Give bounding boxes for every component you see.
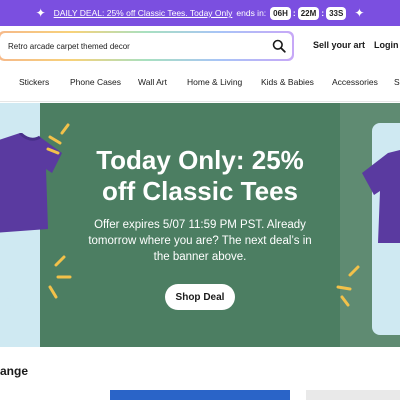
nav-item-home-living[interactable]: Home & Living [187,77,242,87]
nav-item-kids-babies[interactable]: Kids & Babies [261,77,314,87]
nav-item-stickers[interactable]: Stickers [19,77,49,87]
countdown-minutes: 22M [297,6,320,20]
product-thumbnail[interactable] [110,390,290,400]
search-icon[interactable] [266,33,292,59]
hero-subtitle-line: Offer expires 5/07 11:59 PM PST. Already [94,219,306,231]
purple-tshirt-image [362,150,400,243]
hero-banner: Today Only: 25% off Classic Tees Offer e… [0,103,400,347]
countdown-seconds: 33S [326,6,347,20]
search-query[interactable]: Retro arcade carpet themed decor [8,42,266,51]
nav-item-phone-cases[interactable]: Phone Cases [70,77,121,87]
hero-subtitle-line: the banner above. [153,251,247,263]
search-input[interactable]: Retro arcade carpet themed decor [0,33,292,59]
countdown-timer: 06H : 22M : 33S [270,6,347,20]
sparkle-icon [0,295,22,329]
hero-subtitle: Offer expires 5/07 11:59 PM PST. Already… [70,217,330,265]
hero-title: Today Only: 25% off Classic Tees [60,145,340,207]
nav-item-accessories[interactable]: Accessories [332,77,378,87]
search-bar: Retro arcade carpet themed decor [0,31,294,61]
hero-title-line: off Classic Tees [101,176,299,206]
ends-in-label: ends in: [236,8,267,18]
nav-item-wall-art[interactable]: Wall Art [138,77,167,87]
login-link[interactable]: Login [374,40,399,50]
countdown-separator: : [321,8,325,18]
sparkle-icon [336,265,360,307]
sparkle-icon: ✦ [35,6,46,20]
sell-your-art-link[interactable]: Sell your art [313,40,365,50]
category-nav: Stickers Phone Cases Wall Art Home & Liv… [0,66,400,102]
site-header: Retro arcade carpet themed decor Sell yo… [0,26,400,66]
hero-subtitle-line: tomorrow where you are? The next deal’s … [88,235,312,247]
hero-title-line: Today Only: 25% [96,145,304,175]
promo-banner: ✦ DAILY DEAL: 25% off Classic Tees. Toda… [0,0,400,26]
countdown-separator: : [292,8,296,18]
shop-deal-button[interactable]: Shop Deal [165,284,235,310]
countdown-hours: 06H [270,6,291,20]
sparkle-icon: ✦ [354,6,365,20]
daily-deal-link[interactable]: DAILY DEAL: 25% off Classic Tees. Today … [54,8,233,18]
section-title: ange [0,364,29,378]
product-thumbnail[interactable] [306,390,400,400]
nav-item-more[interactable]: S [394,77,400,87]
